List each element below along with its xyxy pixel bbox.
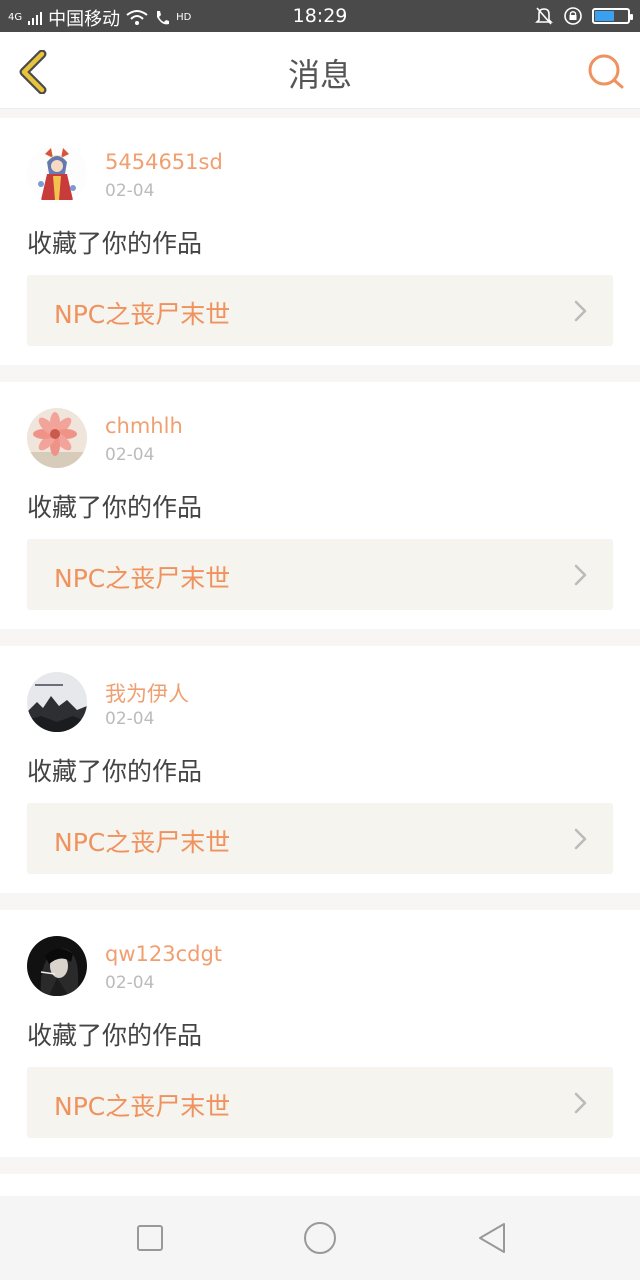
work-link[interactable]: NPC之丧尸末世 [27,1067,613,1138]
message-card: chmhlh 02-04 收藏了你的作品 NPC之丧尸末世 [0,382,640,629]
anime-character-avatar [27,144,87,204]
landscape-avatar [27,672,87,732]
work-link[interactable]: NPC之丧尸末世 [27,275,613,346]
message-date: 02-04 [105,181,155,201]
work-link[interactable]: NPC之丧尸末世 [27,803,613,874]
message-card: qw123cdgt 02-04 收藏了你的作品 NPC之丧尸末世 [0,910,640,1157]
status-bar: 4G 中国移动 HD 18:29 [0,0,640,32]
person-avatar [27,936,87,996]
message-text: 收藏了你的作品 [27,757,203,786]
username[interactable]: chmhlh [105,414,183,438]
message-date: 02-04 [105,973,155,993]
message-text: 收藏了你的作品 [27,1021,203,1050]
user-avatar[interactable] [27,672,87,732]
search-icon[interactable] [586,52,626,92]
recent-apps-icon[interactable] [130,1218,170,1258]
message-list: 5454651sd 02-04 收藏了你的作品 NPC之丧尸末世 chmhlh … [0,118,640,1221]
user-avatar[interactable] [27,144,87,204]
work-link[interactable]: NPC之丧尸末世 [27,539,613,610]
message-date: 02-04 [105,445,155,465]
work-title: NPC之丧尸末世 [54,564,231,593]
home-icon[interactable] [300,1218,340,1258]
chevron-right-icon [574,828,587,850]
username[interactable]: 5454651sd [105,150,223,174]
message-date: 02-04 [105,709,155,729]
header: 消息 [0,32,640,109]
user-avatar[interactable] [27,408,87,468]
page-title: 消息 [287,56,352,94]
user-avatar[interactable] [27,936,87,996]
message-text: 收藏了你的作品 [27,229,203,258]
work-title: NPC之丧尸末世 [54,1092,231,1121]
flower-avatar [27,408,87,468]
system-nav-bar [0,1196,640,1280]
message-text: 收藏了你的作品 [27,493,203,522]
username[interactable]: 我为伊人 [105,678,189,708]
lock-rotation-icon [564,7,582,25]
mute-icon [535,7,553,25]
back-icon[interactable] [472,1218,512,1258]
work-title: NPC之丧尸末世 [54,828,231,857]
chevron-right-icon [574,300,587,322]
message-card: 5454651sd 02-04 收藏了你的作品 NPC之丧尸末世 [0,118,640,365]
chevron-right-icon [574,564,587,586]
battery-icon [592,8,633,24]
work-title: NPC之丧尸末世 [54,300,231,329]
battery-level [595,11,614,21]
username[interactable]: qw123cdgt [105,942,222,966]
message-card: 我为伊人 02-04 收藏了你的作品 NPC之丧尸末世 [0,646,640,893]
chevron-right-icon [574,1092,587,1114]
